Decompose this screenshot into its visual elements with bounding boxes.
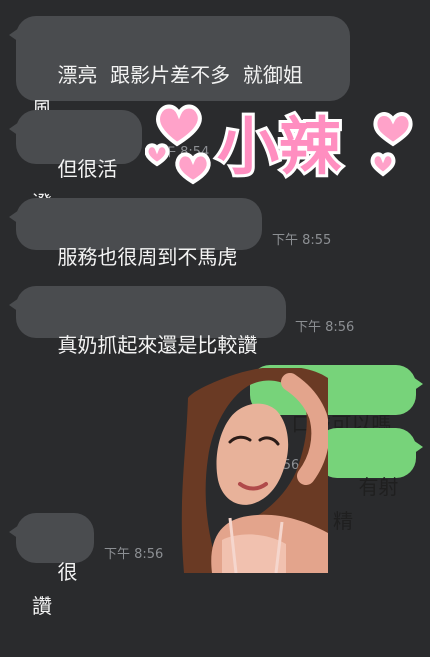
incoming-message-bubble[interactable]: 漂亮 跟影片差不多 就御姐 風 — [9, 16, 350, 121]
message-text: 真奶抓起來還是比較讚 — [57, 333, 258, 357]
incoming-message-bubble[interactable]: 服務也很周到不馬虎 — [9, 198, 262, 269]
message-timestamp: 下午 8:56 — [295, 320, 355, 335]
hearts-sticker: 小辣 — [144, 102, 430, 194]
incoming-message-bubble[interactable]: 很讚 — [9, 513, 94, 618]
message-text: 有射精 — [333, 475, 399, 533]
message-timestamp: 下午 8:55 — [272, 233, 332, 248]
woman-photo — [178, 368, 328, 573]
message-text: 服務也很周到不馬虎 — [57, 245, 238, 269]
incoming-message-bubble[interactable]: 但很活潑 — [9, 110, 142, 215]
outgoing-message-bubble[interactable]: 有射精 — [317, 428, 423, 533]
sticker-text: 小辣 — [217, 110, 342, 183]
chat-view: 漂亮 跟影片差不多 就御姐 風 但很活潑 下午 8:54 小辣 服務也很周到不馬… — [0, 0, 430, 618]
message-text: 很讚 — [32, 560, 78, 618]
incoming-message-bubble[interactable]: 真奶抓起來還是比較讚 — [9, 286, 286, 357]
message-timestamp: 下午 8:56 — [104, 547, 164, 562]
